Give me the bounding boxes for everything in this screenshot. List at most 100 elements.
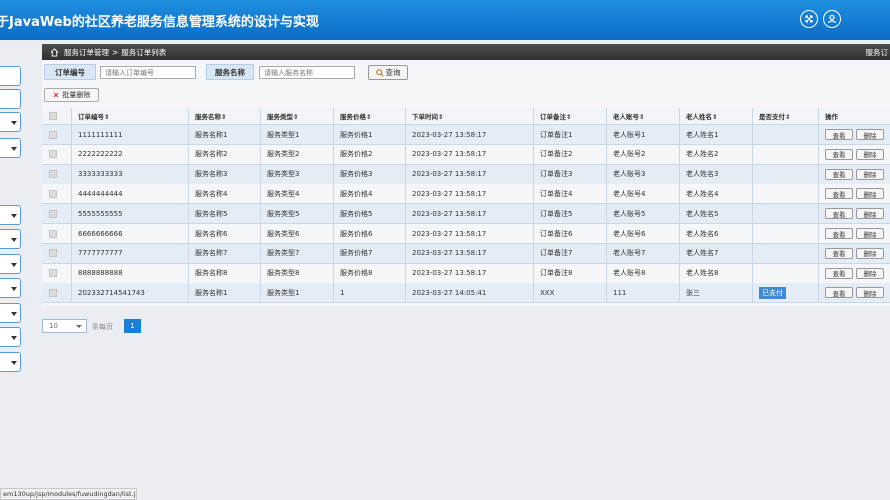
query-button[interactable]: 查询 (368, 65, 408, 80)
col-order-no[interactable]: 订单编号⇕ (72, 108, 189, 124)
cell-price: 服务价格8 (334, 263, 406, 283)
breadcrumb-level1[interactable]: 服务订单管理 (64, 47, 109, 58)
batch-delete-button[interactable]: ✕ 批量删除 (44, 88, 99, 102)
row-checkbox[interactable] (49, 229, 57, 238)
cell-account: 老人账号5 (607, 204, 680, 224)
row-checkbox[interactable] (49, 288, 57, 297)
col-service-name[interactable]: 服务名称⇕ (189, 108, 261, 124)
cell-service-type: 服务类型2 (261, 144, 334, 164)
page-size-select[interactable]: 10 (42, 319, 87, 333)
cell-order-no: 2222222222 (72, 144, 189, 164)
delete-button[interactable]: 删除 (856, 267, 884, 279)
row-checkbox[interactable] (49, 170, 57, 179)
col-remark[interactable]: 订单备注⇕ (534, 108, 607, 124)
page-size-value: 10 (49, 322, 58, 330)
row-checkbox[interactable] (49, 130, 57, 139)
col-account[interactable]: 老人账号⇕ (607, 108, 680, 124)
breadcrumb-separator: > (112, 47, 119, 57)
col-name[interactable]: 老人姓名⇕ (680, 108, 753, 124)
cell-actions: 查看 删除 (819, 184, 890, 203)
select-all-checkbox[interactable] (49, 112, 57, 120)
chevron-down-icon (11, 238, 17, 242)
sidebar-item-1[interactable] (0, 66, 21, 86)
order-no-label: 订单编号 (44, 64, 96, 80)
cell-account: 老人账号6 (607, 224, 680, 243)
col-price[interactable]: 服务价格⇕ (334, 108, 406, 124)
cell-service-name: 服务名称3 (189, 164, 261, 184)
delete-button[interactable]: 删除 (856, 129, 884, 140)
delete-button[interactable]: 删除 (856, 287, 884, 299)
cell-name: 老人姓名1 (680, 125, 753, 144)
sidebar-item-9[interactable] (0, 303, 21, 323)
cell-remark: 订单备注1 (534, 125, 607, 144)
col-service-type[interactable]: 服务类型⇕ (261, 108, 334, 124)
page-button-1[interactable]: 1 (124, 319, 141, 333)
table-header: 订单编号⇕ 服务名称⇕ 服务类型⇕ 服务价格⇕ 下单时间⇕ 订单备注⇕ 老人账号… (42, 108, 890, 125)
view-button[interactable]: 查看 (825, 267, 853, 279)
cell-service-type: 服务类型8 (261, 263, 334, 283)
view-button[interactable]: 查看 (825, 208, 853, 220)
cell-account: 老人账号7 (607, 243, 680, 263)
cell-service-name: 服务名称2 (189, 144, 261, 164)
main-panel: 服务订单管理 > 服务订单列表 服务订 订单编号 服务名称 查询 ✕ 批量删除 … (42, 44, 890, 306)
sidebar-item-4[interactable] (0, 138, 21, 158)
col-paid[interactable]: 是否支付⇕ (753, 108, 819, 124)
cell-paid (753, 263, 819, 283)
order-no-input[interactable] (100, 66, 196, 79)
row-checkbox[interactable] (49, 269, 57, 278)
delete-button[interactable]: 删除 (856, 228, 884, 239)
view-button[interactable]: 查看 (825, 247, 853, 259)
table-row: 1111111111 服务名称1 服务类型1 服务价格1 2023-03-27 13:5… (42, 125, 890, 145)
delete-button[interactable]: 删除 (856, 208, 884, 220)
cell-price: 服务价格4 (334, 184, 406, 204)
delete-button[interactable]: 删除 (856, 168, 884, 180)
fullscreen-icon[interactable] (800, 10, 818, 28)
cell-time: 2023-03-27 13:58:17 (406, 263, 534, 283)
sidebar-item-6[interactable] (0, 229, 21, 249)
view-button[interactable]: 查看 (825, 129, 853, 140)
delete-button[interactable]: 删除 (856, 148, 884, 160)
cell-account: 老人账号3 (607, 164, 680, 184)
sidebar-item-8[interactable] (0, 278, 21, 298)
view-button[interactable]: 查看 (825, 228, 853, 239)
sidebar-item-3[interactable] (0, 112, 21, 132)
col-actions: 操作 (825, 113, 838, 121)
view-button[interactable]: 查看 (825, 148, 853, 160)
breadcrumb-level2: 服务订单列表 (121, 47, 167, 57)
col-time[interactable]: 下单时间⇕ (406, 108, 534, 124)
cell-price: 服务价格7 (334, 243, 406, 263)
cell-name: 老人姓名6 (680, 224, 753, 243)
row-checkbox-cell (42, 263, 72, 283)
cell-account: 111 (607, 283, 680, 303)
sidebar-item-2[interactable] (0, 89, 21, 109)
cell-price: 服务价格3 (334, 164, 406, 184)
cell-service-type: 服务类型5 (261, 204, 334, 224)
cell-service-name: 服务名称1 (189, 283, 261, 303)
row-checkbox[interactable] (49, 150, 57, 159)
sidebar-item-10[interactable] (0, 327, 21, 347)
sidebar-item-7[interactable] (0, 254, 21, 274)
chevron-down-icon (76, 325, 82, 328)
sidebar-item-11[interactable] (0, 352, 21, 372)
view-button[interactable]: 查看 (825, 287, 853, 299)
home-icon[interactable] (50, 47, 59, 57)
delete-button[interactable]: 删除 (856, 247, 884, 259)
cell-time: 2023-03-27 13:58:17 (406, 164, 534, 184)
row-checkbox[interactable] (49, 249, 57, 258)
service-name-input[interactable] (259, 66, 355, 79)
delete-button[interactable]: 删除 (856, 188, 884, 200)
sidebar-item-5[interactable] (0, 205, 21, 225)
chevron-down-icon (11, 287, 17, 291)
chevron-down-icon (11, 147, 17, 151)
view-button[interactable]: 查看 (825, 168, 853, 180)
row-checkbox-cell (42, 184, 72, 204)
cell-time: 2023-03-27 14:05:41 (406, 283, 534, 303)
user-icon[interactable] (823, 10, 841, 28)
row-checkbox[interactable] (49, 189, 57, 198)
cell-order-no: 202332714541743 (72, 283, 189, 303)
cell-paid (753, 144, 819, 164)
cell-paid: 已支付 (753, 283, 819, 303)
view-button[interactable]: 查看 (825, 188, 853, 200)
row-checkbox[interactable] (49, 209, 57, 218)
per-page-label: 条每页 (92, 323, 113, 331)
